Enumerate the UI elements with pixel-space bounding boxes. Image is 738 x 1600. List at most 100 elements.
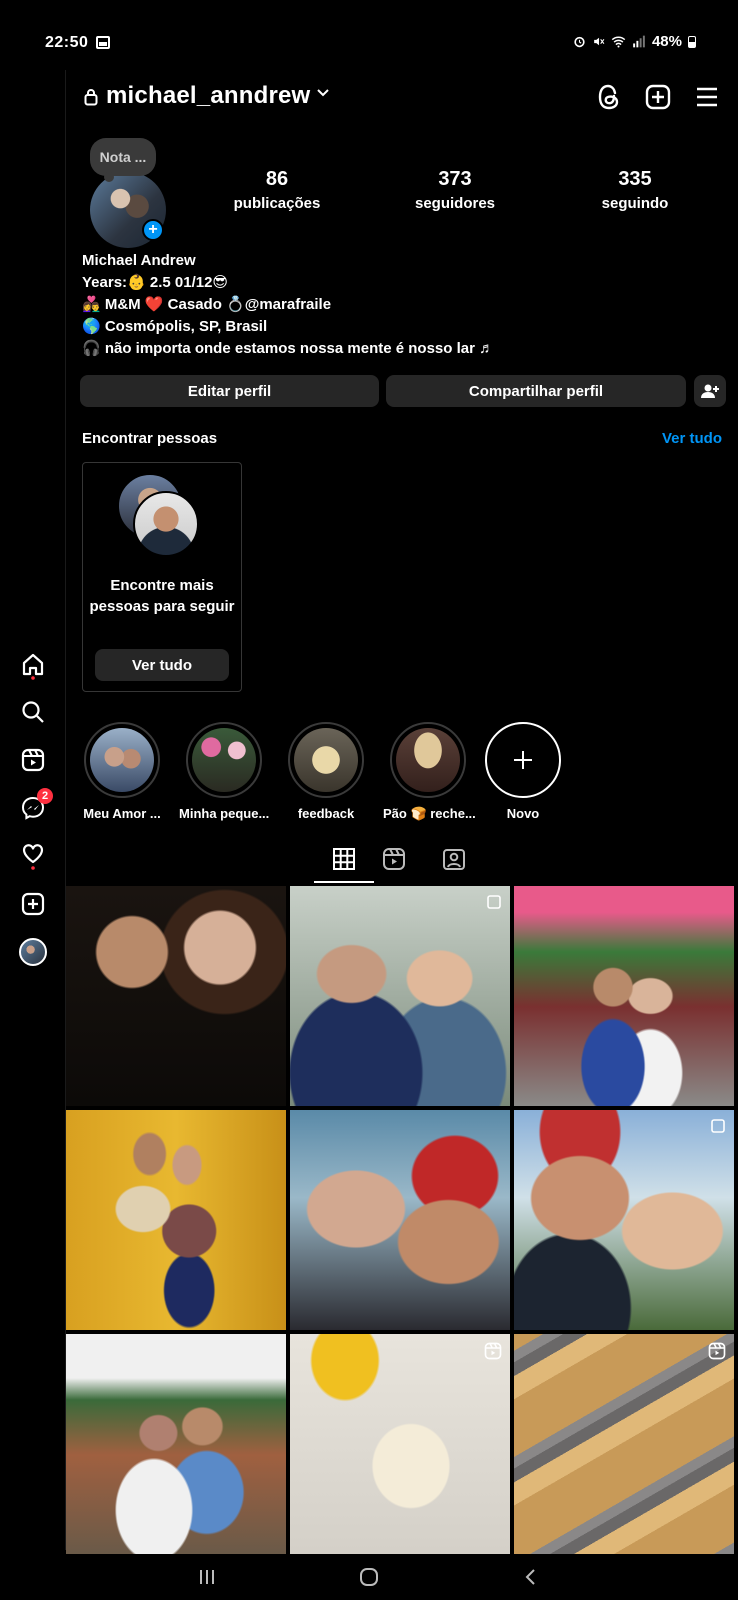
home-button[interactable]: [354, 1564, 384, 1590]
stat-followers[interactable]: 373 seguidores: [400, 168, 510, 212]
home-icon: [22, 653, 44, 680]
bio-line: Years:👶 2.5 01/12😎: [82, 274, 229, 291]
search-icon: [22, 701, 44, 723]
gallery-icon: [96, 36, 110, 49]
new-highlight-ring: [485, 722, 561, 798]
bio-line: 🎧 não importa onde estamos nossa mente é…: [82, 340, 495, 357]
add-story-plus-icon[interactable]: +: [142, 219, 164, 241]
bio-line: 🌎 Cosmópolis, SP, Brasil: [82, 318, 268, 335]
battery-percent: 48%: [651, 33, 682, 50]
post-thumbnail[interactable]: [66, 1334, 286, 1554]
stat-followers-value: 373: [438, 168, 472, 190]
reel-icon: [484, 1342, 502, 1360]
alarm-icon: [574, 36, 585, 48]
grid-icon: [333, 848, 355, 870]
status-icons: 48%: [573, 33, 696, 50]
stat-following-label: seguindo: [601, 195, 669, 212]
post-thumbnail[interactable]: [290, 1334, 510, 1554]
post-grid: [66, 886, 738, 1554]
reels-icon: [21, 748, 45, 772]
highlight-ring: [390, 722, 466, 798]
suggestion-text: Encontre mais pessoas para seguir: [89, 577, 235, 615]
bio-line[interactable]: 👩‍❤️‍👨 M&M ❤️ Casado 💍@marafraile: [82, 294, 494, 316]
sidebar-item-profile[interactable]: [19, 938, 47, 966]
post-thumbnail[interactable]: [290, 1110, 510, 1330]
threads-icon: [598, 84, 619, 110]
battery-icon: [688, 35, 696, 48]
username[interactable]: michael_anndrew: [106, 82, 310, 110]
note-bubble[interactable]: Nota ...: [90, 138, 156, 182]
active-tab-indicator: [314, 881, 374, 883]
highlight-item[interactable]: Minha peque...: [179, 722, 269, 821]
menu-button[interactable]: [692, 82, 722, 112]
highlight-label: Minha peque...: [179, 806, 270, 821]
post-thumbnail[interactable]: [290, 886, 510, 1106]
heart-icon: [22, 844, 44, 870]
post-thumbnail[interactable]: [514, 1110, 734, 1330]
highlight-cover: [90, 728, 154, 792]
highlight-cover: [396, 728, 460, 792]
edit-profile-label: Editar perfil: [187, 382, 272, 400]
highlight-cover: [294, 728, 358, 792]
tab-tagged[interactable]: [424, 836, 484, 882]
highlight-ring: [288, 722, 364, 798]
reel-icon: [708, 1342, 726, 1360]
stat-following[interactable]: 335 seguindo: [580, 168, 690, 212]
threads-button[interactable]: [594, 82, 624, 112]
system-navigation-bar: [0, 1554, 738, 1600]
tagged-icon: [443, 849, 465, 870]
highlight-ring: [84, 722, 160, 798]
carousel-icon: [487, 895, 501, 909]
discover-people-button[interactable]: [694, 375, 726, 407]
messenger-badge: 2: [37, 788, 53, 804]
new-highlight-button[interactable]: Novo: [478, 722, 568, 821]
suggestion-see-all-button[interactable]: Ver tudo: [95, 649, 229, 681]
share-profile-button[interactable]: Compartilhar perfil: [386, 375, 686, 407]
highlight-label: Pão 🍞 reche...: [383, 806, 476, 821]
status-bar: 22:50 48%: [0, 0, 738, 70]
back-button[interactable]: [516, 1564, 546, 1590]
stat-posts[interactable]: 86 publicações: [222, 168, 332, 212]
share-profile-label: Compartilhar perfil: [468, 382, 604, 400]
display-name: Michael Andrew: [82, 252, 196, 269]
create-plus-icon: [645, 84, 671, 110]
post-thumbnail[interactable]: [514, 1334, 734, 1554]
lock-icon: [84, 89, 98, 106]
mute-icon: [594, 37, 605, 46]
suggestion-card: Encontre mais pessoas para seguir Ver tu…: [82, 462, 242, 692]
highlight-label: Novo: [506, 806, 540, 821]
carousel-icon: [711, 1119, 725, 1133]
create-icon: [21, 892, 45, 916]
highlight-item[interactable]: feedback: [281, 722, 371, 821]
highlight-cover: [192, 728, 256, 792]
highlight-item[interactable]: Meu Amor ...: [77, 722, 167, 821]
highlight-ring: [186, 722, 262, 798]
find-people-see-all[interactable]: Ver tudo: [662, 430, 722, 447]
note-label: Nota ...: [99, 149, 147, 165]
clock: 22:50: [45, 34, 89, 51]
signal-icon: [633, 35, 645, 48]
profile-tabs: [66, 836, 738, 883]
sidebar-item-messenger[interactable]: 2: [19, 788, 53, 822]
stat-following-value: 335: [618, 168, 652, 190]
sidebar-item-create[interactable]: [19, 890, 47, 918]
sidebar-item-notifications[interactable]: [19, 842, 47, 870]
post-thumbnail[interactable]: [66, 886, 286, 1106]
profile-header: michael_anndrew: [82, 78, 722, 118]
chevron-down-icon[interactable]: [316, 86, 330, 100]
create-button[interactable]: [643, 82, 673, 112]
reels-icon: [383, 848, 405, 870]
sidebar-item-reels[interactable]: [19, 746, 47, 774]
highlight-item[interactable]: Pão 🍞 reche...: [383, 722, 476, 822]
suggestion-button-label: Ver tudo: [131, 656, 192, 674]
post-thumbnail[interactable]: [66, 1110, 286, 1330]
tab-reels[interactable]: [364, 836, 424, 882]
sidebar-item-search[interactable]: [19, 698, 47, 726]
back-chevron-icon: [525, 1569, 535, 1585]
post-thumbnail[interactable]: [514, 886, 734, 1106]
recent-apps-button[interactable]: [192, 1564, 222, 1590]
sidebar-item-home[interactable]: [19, 652, 47, 680]
menu-icon: [697, 87, 717, 107]
edit-profile-button[interactable]: Editar perfil: [80, 375, 379, 407]
wifi-icon: [611, 36, 626, 48]
